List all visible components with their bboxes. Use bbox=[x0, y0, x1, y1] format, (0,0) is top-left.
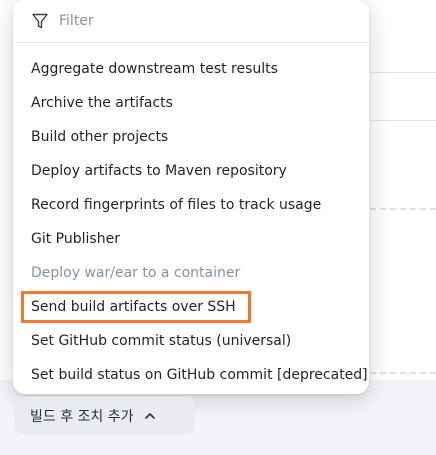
filter-bar bbox=[13, 0, 369, 43]
menu-item-set-build-status-on-github[interactable]: Set build status on GitHub commit [depre… bbox=[13, 358, 369, 392]
menu-item-build-other-projects[interactable]: Build other projects bbox=[13, 120, 369, 154]
add-post-build-action-dropdown: Aggregate downstream test results Archiv… bbox=[13, 0, 369, 394]
post-build-action-menu: Aggregate downstream test results Archiv… bbox=[13, 52, 369, 392]
add-post-build-action-label: 빌드 후 조치 추가 bbox=[30, 408, 134, 425]
dashed-divider bbox=[370, 372, 436, 374]
filter-icon bbox=[31, 12, 49, 30]
divider bbox=[370, 120, 436, 121]
filter-input[interactable] bbox=[59, 13, 339, 29]
menu-item-set-github-commit-status[interactable]: Set GitHub commit status (universal) bbox=[13, 324, 369, 358]
menu-item-record-fingerprints[interactable]: Record fingerprints of files to track us… bbox=[13, 188, 369, 222]
chevron-up-icon bbox=[144, 410, 156, 422]
menu-item-aggregate-downstream-test-results[interactable]: Aggregate downstream test results bbox=[13, 52, 369, 86]
menu-item-git-publisher[interactable]: Git Publisher bbox=[13, 222, 369, 256]
menu-item-send-build-artifacts-over-ssh[interactable]: Send build artifacts over SSH bbox=[13, 290, 369, 324]
divider bbox=[370, 72, 436, 73]
menu-item-deploy-artifacts-to-maven[interactable]: Deploy artifacts to Maven repository bbox=[13, 154, 369, 188]
dashed-divider bbox=[370, 208, 436, 210]
menu-item-deploy-war-ear: Deploy war/ear to a container bbox=[31, 265, 241, 281]
add-post-build-action-button[interactable]: 빌드 후 조치 추가 bbox=[14, 397, 195, 434]
menu-item-archive-the-artifacts[interactable]: Archive the artifacts bbox=[13, 86, 369, 120]
